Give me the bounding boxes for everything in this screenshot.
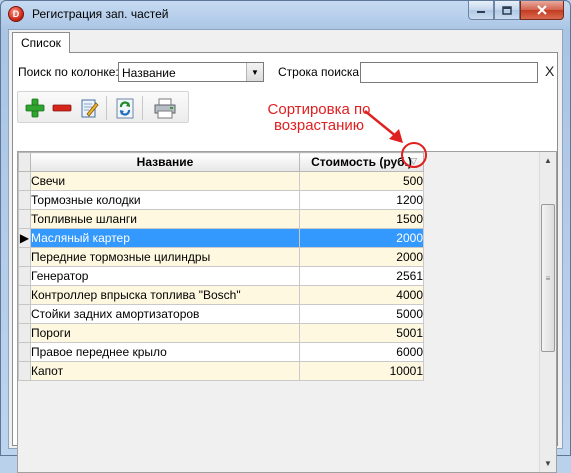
cell-cost[interactable]: 1200 bbox=[299, 190, 424, 210]
grid-body: Свечи 500 Тормозные колодки 1200 Топливные ш… bbox=[18, 171, 424, 381]
row-indicator[interactable] bbox=[18, 266, 31, 286]
row-indicator[interactable] bbox=[18, 285, 31, 305]
table-row[interactable]: Пороги 5001 bbox=[18, 323, 424, 343]
cell-cost[interactable]: 5000 bbox=[299, 304, 424, 324]
minimize-icon bbox=[477, 11, 485, 13]
search-column-select[interactable]: Название ▼ bbox=[118, 62, 264, 82]
tab-panel-list: Поиск по колонке: Название ▼ Строка поис… bbox=[12, 52, 558, 473]
table-row[interactable]: Капот 10001 bbox=[18, 361, 424, 381]
cell-name[interactable]: Пороги bbox=[30, 323, 300, 343]
cell-name[interactable]: Стойки задних амортизаторов bbox=[30, 304, 300, 324]
table-row[interactable]: Генератор 2561 bbox=[18, 266, 424, 286]
minimize-button[interactable] bbox=[468, 1, 494, 20]
refresh-icon bbox=[116, 98, 134, 119]
cell-name[interactable]: Капот bbox=[30, 361, 300, 381]
search-string-label: Строка поиска: bbox=[278, 65, 363, 79]
cell-cost[interactable]: 6000 bbox=[299, 342, 424, 362]
search-column-label: Поиск по колонке: bbox=[18, 65, 119, 79]
annotation-circle bbox=[401, 142, 427, 168]
cell-name[interactable]: Тормозные колодки bbox=[30, 190, 300, 210]
row-indicator[interactable] bbox=[18, 361, 31, 381]
client-area: Список Поиск по колонке: Название ▼ Стро… bbox=[8, 29, 563, 473]
print-button[interactable] bbox=[148, 95, 182, 121]
cell-name[interactable]: Свечи bbox=[30, 171, 300, 191]
toolbar bbox=[17, 91, 189, 123]
title-bar[interactable]: D Регистрация зап. частей bbox=[1, 1, 570, 27]
cell-cost[interactable]: 2561 bbox=[299, 266, 424, 286]
edit-icon bbox=[81, 99, 99, 118]
row-indicator[interactable] bbox=[18, 209, 31, 229]
table-row[interactable]: Стойки задних амортизаторов 5000 bbox=[18, 304, 424, 324]
grid-header-row: Название Стоимость (руб.) ▽ bbox=[18, 152, 424, 172]
search-column-value: Название bbox=[122, 66, 176, 80]
current-row-icon[interactable]: ▶ bbox=[18, 228, 31, 248]
print-icon bbox=[154, 98, 176, 119]
clear-search-icon[interactable]: X bbox=[545, 63, 554, 79]
table-row[interactable]: Тормозные колодки 1200 bbox=[18, 190, 424, 210]
app-window: D Регистрация зап. частей Список Поиск п… bbox=[0, 0, 571, 473]
close-button[interactable] bbox=[520, 1, 564, 20]
table-row[interactable]: ▶ Масляный картер 2000 bbox=[18, 228, 424, 248]
cell-name[interactable]: Генератор bbox=[30, 266, 300, 286]
cell-cost[interactable]: 2000 bbox=[299, 228, 424, 248]
cell-cost[interactable]: 500 bbox=[299, 171, 424, 191]
row-indicator[interactable] bbox=[18, 171, 31, 191]
tab-list[interactable]: Список bbox=[12, 32, 70, 53]
vertical-scrollbar[interactable]: ▲ ≡ ▼ bbox=[539, 152, 556, 472]
delete-button[interactable] bbox=[49, 95, 75, 121]
header-indicator-cell bbox=[18, 152, 31, 172]
refresh-button[interactable] bbox=[112, 95, 138, 121]
table-row[interactable]: Топливные шланги 1500 bbox=[18, 209, 424, 229]
annotation-arrow-icon bbox=[364, 110, 403, 143]
row-indicator[interactable] bbox=[18, 247, 31, 267]
cell-cost[interactable]: 1500 bbox=[299, 209, 424, 229]
cell-cost[interactable]: 4000 bbox=[299, 285, 424, 305]
cell-cost[interactable]: 10001 bbox=[299, 361, 424, 381]
parts-grid[interactable]: Название Стоимость (руб.) ▽ Свечи 500 Торм… bbox=[17, 151, 557, 473]
scroll-down-icon[interactable]: ▼ bbox=[540, 455, 556, 472]
add-button[interactable] bbox=[22, 95, 48, 121]
toolbar-separator bbox=[106, 96, 107, 120]
column-header-name[interactable]: Название bbox=[30, 152, 300, 172]
column-header-cost-label: Стоимость (руб.) bbox=[311, 155, 412, 169]
parts-table: Название Стоимость (руб.) ▽ Свечи 500 Торм… bbox=[18, 152, 424, 381]
cell-cost[interactable]: 5001 bbox=[299, 323, 424, 343]
edit-button[interactable] bbox=[76, 95, 102, 121]
cell-cost[interactable]: 2000 bbox=[299, 247, 424, 267]
cell-name[interactable]: Контроллер впрыска топлива "Bosch" bbox=[30, 285, 300, 305]
delete-icon bbox=[52, 104, 72, 112]
row-indicator[interactable] bbox=[18, 304, 31, 324]
table-row[interactable]: Правое переднее крыло 6000 bbox=[18, 342, 424, 362]
window-title: Регистрация зап. частей bbox=[32, 7, 169, 21]
add-icon bbox=[25, 98, 45, 118]
scroll-up-icon[interactable]: ▲ bbox=[540, 152, 556, 169]
table-row[interactable]: Свечи 500 bbox=[18, 171, 424, 191]
table-row[interactable]: Контроллер впрыска топлива "Bosch" 4000 bbox=[18, 285, 424, 305]
toolbar-separator bbox=[142, 96, 143, 120]
cell-name[interactable]: Передние тормозные цилиндры bbox=[30, 247, 300, 267]
maximize-button[interactable] bbox=[494, 1, 520, 20]
search-input[interactable] bbox=[360, 62, 538, 83]
row-indicator[interactable] bbox=[18, 323, 31, 343]
caption-buttons bbox=[468, 1, 564, 20]
row-indicator[interactable] bbox=[18, 190, 31, 210]
close-icon bbox=[537, 5, 547, 15]
chevron-down-icon[interactable]: ▼ bbox=[246, 63, 263, 81]
cell-name[interactable]: Топливные шланги bbox=[30, 209, 300, 229]
cell-name[interactable]: Правое переднее крыло bbox=[30, 342, 300, 362]
app-icon[interactable]: D bbox=[8, 6, 24, 22]
scroll-thumb[interactable]: ≡ bbox=[541, 204, 555, 352]
table-row[interactable]: Передние тормозные цилиндры 2000 bbox=[18, 247, 424, 267]
row-indicator[interactable] bbox=[18, 342, 31, 362]
maximize-icon bbox=[502, 5, 512, 15]
cell-name[interactable]: Масляный картер bbox=[30, 228, 300, 248]
